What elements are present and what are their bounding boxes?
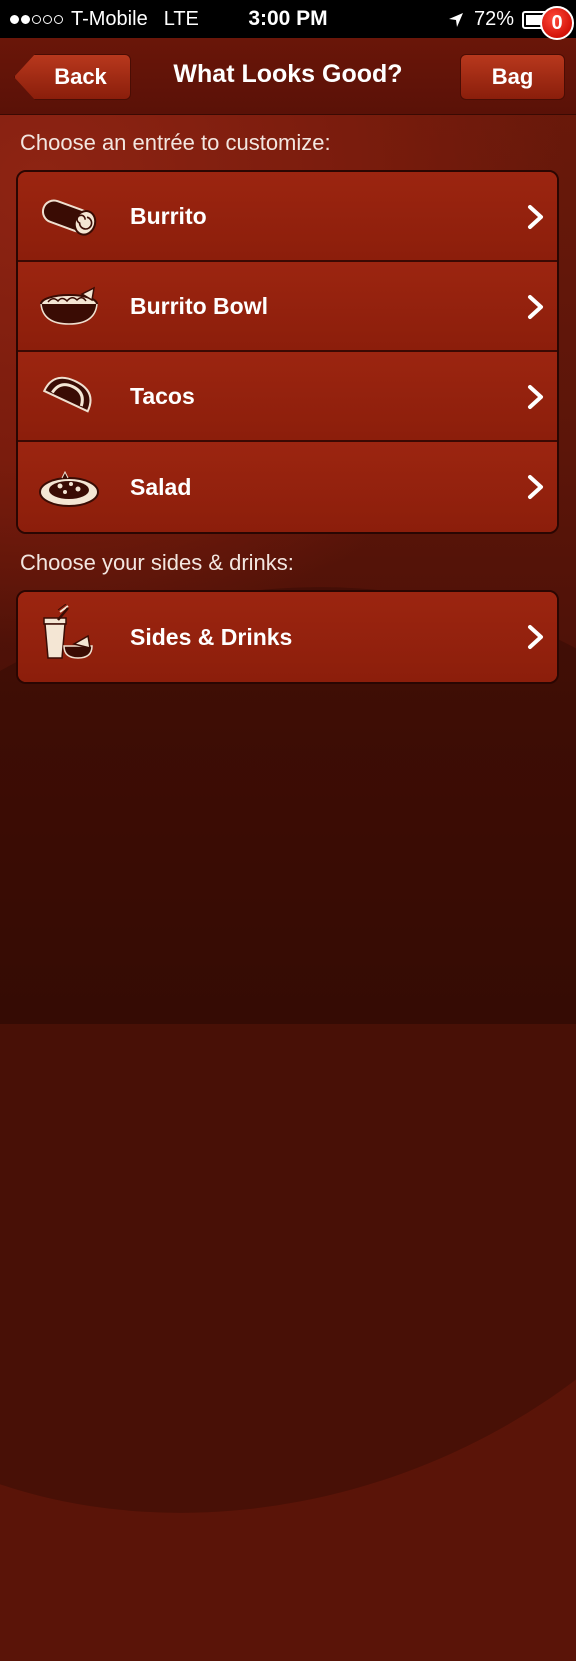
drink-and-chips-icon [43,604,93,659]
burrito-icon [41,199,97,236]
list-item-sides-drinks[interactable]: Sides & Drinks [18,592,557,682]
entree-list: Burrito Burrito Bowl Tacos Salad [16,170,559,534]
burrito-bowl-icon [40,286,98,325]
list-item-label: Sides & Drinks [130,623,293,650]
list-item-salad[interactable]: Salad [18,442,557,532]
list-item-label: Burrito Bowl [130,292,268,319]
bag-button[interactable]: Bag [460,54,565,100]
location-arrow-icon [448,12,463,27]
list-item-label: Burrito [130,202,207,229]
status-bar: T-Mobile LTE 3:00 PM 72% [0,0,576,38]
list-item-label: Salad [130,473,192,500]
sides-section-heading: Choose your sides & drinks: [20,550,294,575]
salad-icon [39,470,99,507]
chevron-right-icon [528,295,543,319]
chevron-right-icon [528,475,543,499]
taco-icon [42,376,92,413]
list-item-tacos[interactable]: Tacos [18,352,557,442]
navigation-bar: Back What Looks Good? Bag [0,38,576,115]
list-item-burrito-bowl[interactable]: Burrito Bowl [18,262,557,352]
entree-section-heading: Choose an entrée to customize: [20,130,331,155]
list-item-label: Tacos [130,382,195,409]
chevron-right-icon [528,205,543,229]
chevron-right-icon [528,625,543,649]
chevron-right-icon [528,385,543,409]
bag-count-badge: 0 [540,6,574,40]
list-item-burrito[interactable]: Burrito [18,172,557,262]
battery-percent: 72% [473,8,514,30]
sides-list: Sides & Drinks [16,590,559,684]
